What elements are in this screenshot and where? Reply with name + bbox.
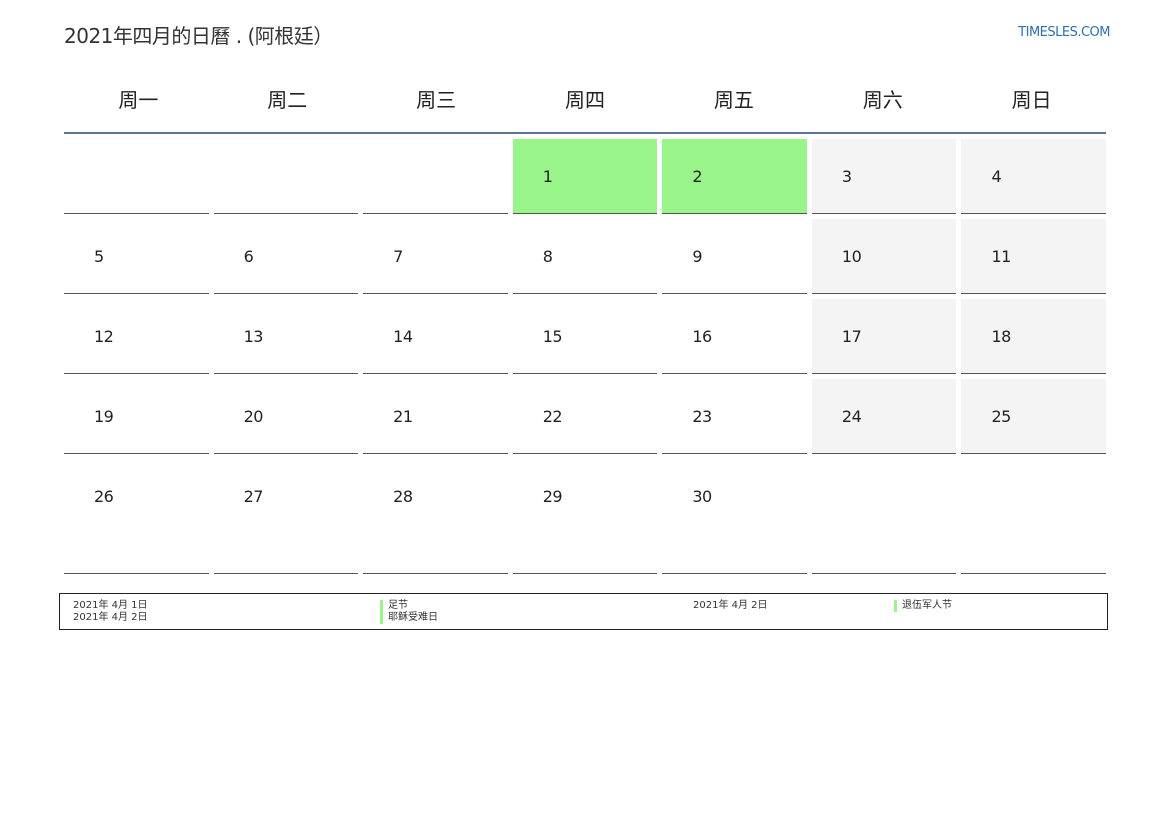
calendar-week: 26 27 28 29 30 (64, 454, 1107, 574)
calendar-week: 19 20 21 22 23 24 25 (64, 374, 1107, 454)
day-cell-weekend[interactable]: 18 (961, 299, 1107, 374)
day-cell[interactable]: 21 (363, 379, 508, 454)
day-cell-weekend[interactable]: 24 (811, 379, 957, 454)
day-number: 15 (542, 327, 563, 346)
day-cell-empty (213, 139, 359, 214)
day-cell[interactable]: 27 (213, 459, 359, 574)
day-cell[interactable]: 13 (213, 299, 359, 374)
day-number: 22 (542, 407, 563, 426)
day-number: 21 (393, 407, 413, 426)
legend-names-column: 足节 耶稣受难日 (380, 600, 438, 624)
day-cell-holiday[interactable]: 1 (512, 139, 658, 214)
day-number: 16 (692, 327, 712, 346)
day-cell-holiday[interactable]: 2 (662, 139, 807, 214)
day-cell-weekend[interactable]: 3 (811, 139, 957, 214)
day-cell[interactable]: 9 (662, 219, 807, 294)
day-cell[interactable]: 5 (64, 219, 209, 294)
holiday-name: 耶稣受难日 (380, 612, 438, 624)
day-cell-empty (961, 459, 1107, 574)
weekday-label: 周三 (416, 88, 457, 112)
day-cell[interactable]: 22 (512, 379, 658, 454)
day-number: 18 (991, 327, 1011, 346)
calendar-week: 12 13 14 15 16 17 18 (64, 294, 1107, 374)
holiday-date: 2021年 4月 2日 (693, 600, 768, 611)
weekday-header: 周一 周二 周三 周四 周五 周六 周日 (64, 70, 1106, 134)
day-number: 28 (393, 487, 413, 506)
day-number: 13 (243, 327, 264, 346)
day-number: 10 (841, 247, 862, 266)
day-number: 30 (692, 487, 712, 506)
brand-link[interactable]: TIMESLES.COM (1018, 25, 1110, 40)
day-number: 11 (991, 247, 1011, 266)
calendar-week: 5 6 7 8 9 10 11 (64, 214, 1107, 294)
day-cell[interactable]: 26 (64, 459, 209, 574)
day-cell[interactable]: 14 (363, 299, 508, 374)
legend-names-column-2: 退伍军人节 (894, 600, 952, 612)
legend-dates-column-2: 2021年 4月 2日 (693, 600, 768, 612)
day-number: 3 (841, 167, 852, 186)
day-number: 1 (542, 167, 553, 186)
holiday-date: 2021年 4月 1日 (73, 600, 148, 611)
day-number: 29 (542, 487, 563, 506)
day-cell[interactable]: 16 (662, 299, 807, 374)
day-cell-weekend[interactable]: 17 (811, 299, 957, 374)
day-cell[interactable]: 30 (662, 459, 807, 574)
day-number: 7 (393, 247, 403, 266)
day-number: 5 (94, 247, 104, 266)
day-number: 14 (393, 327, 413, 346)
holiday-name: 足节 (380, 600, 438, 612)
day-cell[interactable]: 12 (64, 299, 209, 374)
day-number: 4 (991, 167, 1002, 186)
holiday-legend: 2021年 4月 1日 2021年 4月 2日 足节 耶稣受难日 2021年 4… (59, 593, 1108, 630)
day-cell-empty (64, 139, 209, 214)
day-number: 19 (94, 407, 114, 426)
weekday-label: 周五 (713, 88, 754, 112)
day-cell[interactable]: 19 (64, 379, 209, 454)
day-number: 27 (243, 487, 264, 506)
legend-dates-column: 2021年 4月 1日 2021年 4月 2日 (73, 600, 148, 624)
day-cell-weekend[interactable]: 25 (961, 379, 1107, 454)
day-number: 9 (692, 247, 702, 266)
weekday-label: 周二 (267, 88, 308, 112)
day-cell[interactable]: 23 (662, 379, 807, 454)
day-cell-empty (811, 459, 957, 574)
day-cell-weekend[interactable]: 10 (811, 219, 957, 294)
day-number: 12 (94, 327, 114, 346)
weekday-label: 周日 (1011, 88, 1052, 112)
weekday-label: 周四 (565, 88, 605, 112)
day-cell[interactable]: 29 (512, 459, 658, 574)
holiday-name: 退伍军人节 (894, 600, 952, 612)
calendar-week: 1 2 3 4 (64, 134, 1107, 214)
day-number: 6 (243, 247, 254, 266)
day-number: 20 (243, 407, 264, 426)
day-number: 17 (841, 327, 862, 346)
day-number: 2 (692, 167, 702, 186)
weekday-label: 周一 (118, 88, 159, 112)
day-cell-empty (363, 139, 508, 214)
page-title: 2021年四月的日曆 . (阿根廷） (64, 24, 333, 48)
day-cell[interactable]: 6 (213, 219, 359, 294)
holiday-date: 2021年 4月 2日 (73, 612, 148, 623)
day-cell[interactable]: 7 (363, 219, 508, 294)
day-number: 8 (542, 247, 553, 266)
day-cell-weekend[interactable]: 4 (961, 139, 1107, 214)
day-cell-weekend[interactable]: 11 (961, 219, 1107, 294)
day-cell[interactable]: 28 (363, 459, 508, 574)
day-number: 25 (991, 407, 1011, 426)
weekday-label: 周六 (862, 88, 903, 112)
day-number: 23 (692, 407, 712, 426)
day-number: 26 (94, 487, 114, 506)
day-cell[interactable]: 8 (512, 219, 658, 294)
day-cell[interactable]: 20 (213, 379, 359, 454)
calendar-grid: 周一 周二 周三 周四 周五 周六 周日 1 2 3 4 5 6 7 8 9 1… (64, 70, 1107, 574)
day-number: 24 (841, 407, 862, 426)
day-cell[interactable]: 15 (512, 299, 658, 374)
